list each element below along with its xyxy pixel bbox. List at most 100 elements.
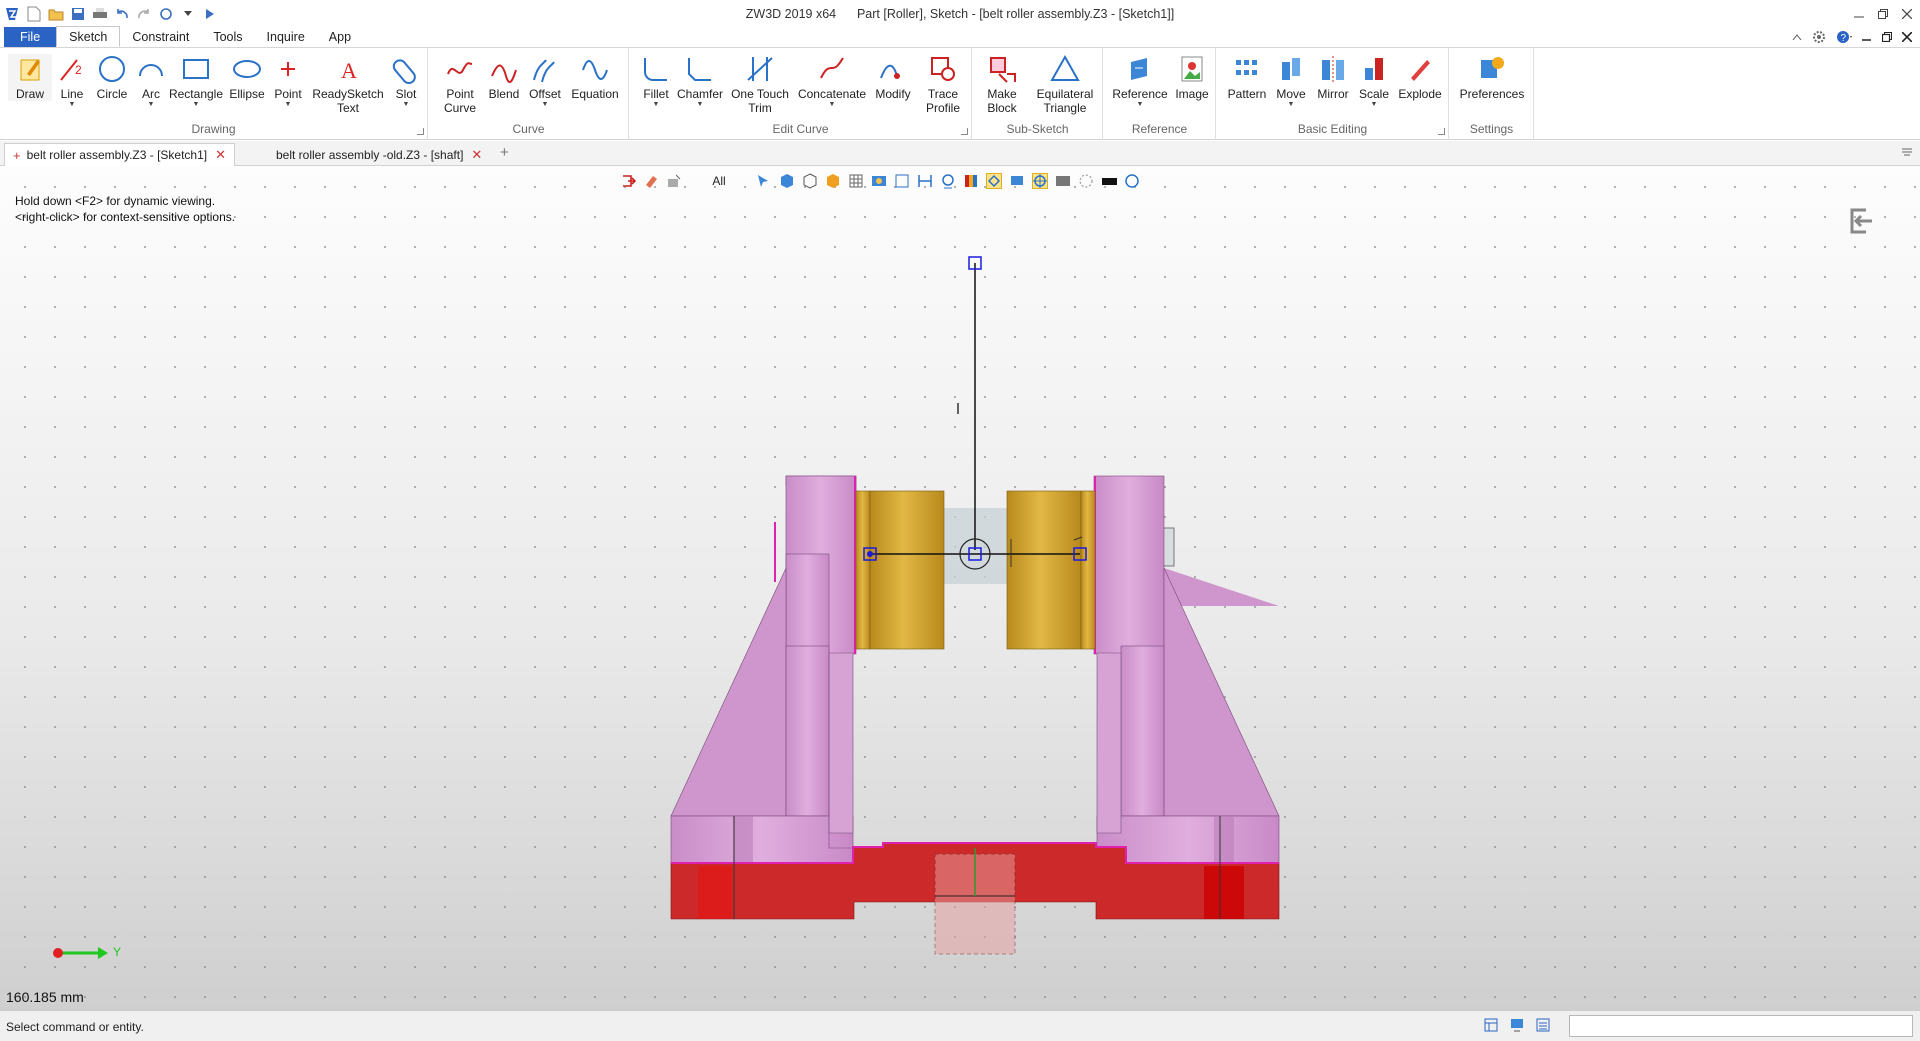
scale-button[interactable]: Scale ▼: [1355, 54, 1393, 109]
tab-belt-roller-old-shaft[interactable]: belt roller assembly -old.Z3 - [shaft] ✕: [268, 143, 490, 166]
print-icon[interactable]: [92, 6, 108, 22]
mirror-button[interactable]: Mirror: [1313, 54, 1353, 101]
point-icon: [270, 54, 306, 84]
blend-button[interactable]: Blend: [485, 54, 523, 101]
tab-belt-roller-sketch1[interactable]: + belt roller assembly.Z3 - [Sketch1] ✕: [4, 143, 236, 166]
ellipse-button[interactable]: Ellipse: [226, 54, 268, 101]
one-touch-label-2: Trim: [748, 101, 772, 115]
run-icon[interactable]: [202, 6, 218, 22]
dialog-launcher-icon[interactable]: [1438, 128, 1445, 135]
chamfer-button[interactable]: Chamfer ▼: [676, 54, 724, 109]
chamfer-icon: [676, 54, 724, 84]
add-tab-icon[interactable]: +: [500, 144, 509, 161]
circle-button[interactable]: Circle: [94, 54, 130, 101]
group-label-curve: Curve: [512, 122, 545, 136]
move-icon: [1271, 54, 1311, 84]
menu-file[interactable]: File: [4, 27, 57, 47]
minimize-icon[interactable]: [1854, 9, 1864, 19]
dialog-launcher-icon[interactable]: [417, 128, 424, 135]
one-touch-trim-button[interactable]: One Touch Trim: [726, 54, 794, 115]
modify-icon: [870, 54, 916, 84]
restore-icon[interactable]: [1878, 9, 1888, 19]
pattern-label: Pattern: [1227, 87, 1267, 101]
left-bracket: [670, 475, 857, 864]
mirror-icon: [1313, 54, 1353, 84]
dialog-launcher-icon[interactable]: [961, 128, 968, 135]
trace-label-1: Trace: [927, 87, 959, 101]
open-file-icon[interactable]: [48, 6, 64, 22]
right-roller: [1006, 490, 1082, 650]
draw-button[interactable]: Draw: [8, 54, 52, 101]
equation-button[interactable]: Equation: [567, 54, 623, 101]
menu-tools[interactable]: Tools: [201, 27, 254, 47]
one-touch-label-1: One Touch: [731, 87, 789, 101]
document-tabs: + belt roller assembly.Z3 - [Sketch1] ✕ …: [0, 141, 1920, 166]
rectangle-button[interactable]: Rectangle ▼: [168, 54, 224, 109]
reference-button[interactable]: Reference ▼: [1108, 54, 1172, 109]
line-label: Line: [60, 87, 84, 101]
graphics-viewport[interactable]: All Hold down <F2> for dynamic viewing. …: [0, 166, 1920, 1010]
image-button[interactable]: Image: [1172, 54, 1212, 101]
menu-app[interactable]: App: [317, 27, 363, 47]
slot-icon: [388, 54, 424, 84]
view-manager-icon[interactable]: [1484, 1018, 1498, 1032]
preferences-button[interactable]: Preferences: [1454, 54, 1530, 101]
image-label: Image: [1175, 87, 1209, 101]
pattern-button[interactable]: Pattern: [1225, 54, 1269, 101]
move-button[interactable]: Move ▼: [1271, 54, 1311, 109]
chamfer-label: Chamfer: [676, 87, 723, 101]
line-icon: 2: [54, 54, 90, 84]
app-logo-icon[interactable]: [4, 6, 20, 22]
axis-triad: [53, 947, 108, 959]
make-block-button[interactable]: Make Block: [979, 54, 1025, 115]
chevron-down-icon[interactable]: [180, 6, 196, 22]
trace-label-2: Profile: [925, 101, 960, 115]
undo-icon[interactable]: [114, 6, 130, 22]
save-icon[interactable]: [70, 6, 86, 22]
tab-list-icon[interactable]: [1902, 147, 1912, 157]
offset-button[interactable]: Offset ▼: [525, 54, 565, 109]
slot-button[interactable]: Slot ▼: [388, 54, 424, 109]
readysketch-label-2: Text: [336, 101, 359, 115]
slot-label: Slot: [395, 87, 417, 101]
regen-icon[interactable]: [158, 6, 174, 22]
explode-button[interactable]: Explode: [1395, 54, 1445, 101]
make-block-icon: [979, 54, 1025, 84]
modify-button[interactable]: Modify: [870, 54, 916, 101]
status-icons: [1484, 1018, 1550, 1032]
ribbon-group-curve: Point Curve Blend Offset ▼ Equation Curve: [429, 48, 629, 140]
command-input[interactable]: [1569, 1015, 1913, 1037]
arc-button[interactable]: Arc ▼: [134, 54, 168, 109]
equilateral-triangle-button[interactable]: Equilateral Triangle: [1029, 54, 1101, 115]
ribbon-group-basic-editing: Pattern Move ▼ Mirror Scale ▼ Explode Basi…: [1217, 48, 1449, 140]
svg-text:A: A: [341, 58, 357, 83]
status-bar: Select command or entity.: [0, 1010, 1920, 1041]
close-tab-icon[interactable]: ✕: [471, 147, 482, 163]
concatenate-button[interactable]: Concatenate ▼: [796, 54, 868, 109]
shaft: [944, 508, 1008, 584]
point-button[interactable]: Point ▼: [270, 54, 306, 109]
trace-profile-button[interactable]: Trace Profile: [920, 54, 966, 115]
close-tab-icon[interactable]: ✕: [215, 147, 226, 163]
explode-icon: [1395, 54, 1445, 84]
close-icon[interactable]: [1902, 9, 1912, 19]
new-file-icon[interactable]: [26, 6, 42, 22]
fillet-icon: [638, 54, 674, 84]
draw-label: Draw: [15, 87, 44, 101]
fillet-button[interactable]: Fillet ▼: [638, 54, 674, 109]
menu-inquire[interactable]: Inquire: [255, 27, 317, 47]
list-view-icon[interactable]: [1536, 1018, 1550, 1032]
readysketch-text-button[interactable]: A ReadySketch Text: [310, 54, 386, 115]
model-canvas: [53, 256, 1280, 959]
menu-constraint[interactable]: Constraint: [120, 27, 201, 47]
monitor-icon[interactable]: [1510, 1018, 1524, 1032]
redo-icon[interactable]: [136, 6, 152, 22]
move-label: Move: [1276, 87, 1306, 101]
line-button[interactable]: 2 Line ▼: [54, 54, 90, 109]
menu-sketch[interactable]: Sketch: [56, 26, 121, 47]
concatenate-label: Concatenate: [797, 87, 867, 101]
blend-label: Blend: [488, 87, 520, 101]
scale-label: Scale: [1358, 87, 1390, 101]
reference-label: Reference: [1112, 87, 1168, 101]
point-curve-button[interactable]: Point Curve: [439, 54, 481, 115]
